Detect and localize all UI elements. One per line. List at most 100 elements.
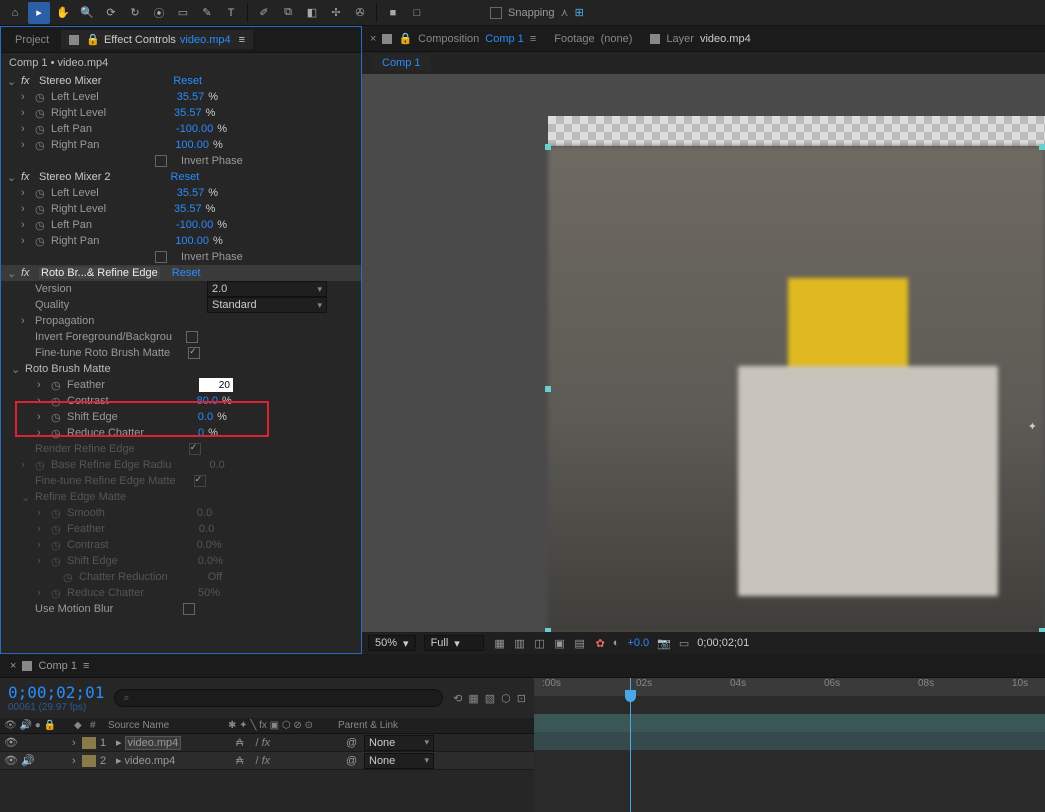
val-right-pan[interactable]: 100.00 — [175, 235, 209, 247]
zoom-select[interactable]: 50%▾ — [368, 635, 416, 651]
visibility-icon[interactable]: 👁 — [4, 754, 18, 767]
close-icon[interactable]: × — [10, 660, 16, 672]
lock-icon[interactable]: 🔒 — [86, 33, 100, 46]
expand-icon[interactable]: › — [37, 411, 47, 423]
guides-icon[interactable]: ▥ — [512, 635, 528, 651]
collapse-icon[interactable]: ⌄ — [7, 171, 17, 184]
tab-footage[interactable]: Footage (none) — [554, 33, 632, 45]
resolution-select[interactable]: Full▾ — [424, 635, 484, 651]
fx-icon[interactable]: fx — [21, 171, 35, 183]
fx-icon[interactable]: fx — [21, 267, 35, 279]
type-tool-icon[interactable]: T — [220, 2, 242, 24]
pickwhip-icon[interactable]: @ — [342, 755, 360, 767]
val-left-pan[interactable]: -100.00 — [176, 219, 213, 231]
parent-select[interactable]: None▾ — [364, 753, 434, 769]
val-right-pan[interactable]: 100.00 — [175, 139, 209, 151]
brush-tool-icon[interactable]: ✐ — [253, 2, 275, 24]
expand-icon[interactable]: › — [72, 755, 76, 767]
lock-icon[interactable]: 🔒 — [398, 32, 412, 45]
input-feather[interactable] — [199, 378, 233, 392]
grid-icon[interactable]: ▦ — [492, 635, 508, 651]
orbit-tool-icon[interactable]: ⟳ — [100, 2, 122, 24]
snap-grid-icon[interactable]: ⊞ — [575, 6, 584, 19]
tab-project[interactable]: Project — [7, 31, 57, 49]
tab-layer[interactable]: Layer video.mp4 — [650, 33, 750, 45]
checkbox-fine-tune-rbm[interactable] — [188, 347, 200, 359]
expand-icon[interactable]: › — [21, 139, 31, 151]
panel-menu-icon[interactable]: ≡ — [239, 34, 245, 46]
graph-icon[interactable]: ⬡ — [501, 692, 511, 705]
stroke-swatch-icon[interactable]: □ — [406, 2, 428, 24]
expand-icon[interactable]: › — [21, 219, 31, 231]
parent-select[interactable]: None▾ — [364, 735, 434, 751]
stopwatch-icon[interactable]: ◷ — [35, 139, 47, 152]
fx-icon[interactable]: fx — [21, 75, 35, 87]
val-left-level[interactable]: 35.57 — [177, 187, 205, 199]
reset-link[interactable]: Reset — [172, 267, 201, 279]
audio-icon[interactable]: 🔊 — [21, 754, 35, 767]
timeline-right[interactable]: :00s02s04s06s08s10s — [534, 678, 1045, 812]
playhead[interactable] — [630, 678, 631, 812]
expand-icon[interactable]: › — [21, 203, 31, 215]
layer-track[interactable] — [534, 732, 1045, 750]
stopwatch-icon[interactable]: ◷ — [35, 187, 47, 200]
stopwatch-icon[interactable]: ◷ — [51, 379, 63, 392]
stopwatch-icon[interactable]: ◷ — [51, 427, 63, 440]
checkbox-invert-fg[interactable] — [186, 331, 198, 343]
collapse-icon[interactable]: ⌄ — [11, 363, 21, 376]
expand-icon[interactable]: › — [21, 315, 31, 327]
time-ruler[interactable]: :00s02s04s06s08s10s — [534, 678, 1045, 696]
reset-link[interactable]: Reset — [173, 75, 202, 87]
selection-tool-icon[interactable]: ▸ — [28, 2, 50, 24]
select-quality[interactable]: Standard▾ — [207, 297, 327, 313]
transparency-icon[interactable]: ▤ — [572, 635, 588, 651]
stopwatch-icon[interactable]: ◷ — [35, 203, 47, 216]
mask-icon[interactable]: ◫ — [532, 635, 548, 651]
val-contrast[interactable]: 80.0 — [197, 395, 218, 407]
collapse-icon[interactable]: ⌄ — [7, 267, 17, 280]
rect-tool-icon[interactable]: ▭ — [172, 2, 194, 24]
timeline-timecode[interactable]: 0;00;02;01 — [8, 683, 104, 702]
selection-handle[interactable] — [545, 144, 551, 150]
subtab-comp1[interactable]: Comp 1 — [372, 55, 431, 71]
camera-tool-icon[interactable]: ⦿ — [148, 2, 170, 24]
val-left-level[interactable]: 35.57 — [177, 91, 205, 103]
checkbox-invert-phase[interactable] — [155, 251, 167, 263]
layer-track[interactable] — [534, 714, 1045, 732]
zoom-tool-icon[interactable]: 🔍 — [76, 2, 98, 24]
rotate-tool-icon[interactable]: ↻ — [124, 2, 146, 24]
stopwatch-icon[interactable]: ◷ — [51, 411, 63, 424]
expand-icon[interactable]: › — [21, 123, 31, 135]
checkbox-invert-phase[interactable] — [155, 155, 167, 167]
effect-name[interactable]: Roto Br...& Refine Edge — [39, 267, 160, 279]
expand-icon[interactable]: › — [21, 107, 31, 119]
panel-menu-icon[interactable]: ≡ — [83, 660, 89, 672]
panel-menu-icon[interactable]: ≡ — [530, 33, 536, 45]
stopwatch-icon[interactable]: ◷ — [35, 91, 47, 104]
checkbox-icon[interactable] — [490, 7, 502, 19]
fill-swatch-icon[interactable]: ■ — [382, 2, 404, 24]
playhead-handle[interactable] — [625, 690, 636, 702]
tab-comp1[interactable]: Comp 1 — [38, 660, 77, 672]
val-left-pan[interactable]: -100.00 — [176, 123, 213, 135]
hand-tool-icon[interactable]: ✋ — [52, 2, 74, 24]
select-version[interactable]: 2.0▾ — [207, 281, 327, 297]
expand-icon[interactable]: › — [21, 187, 31, 199]
motion-blur-icon[interactable]: ▧ — [485, 692, 495, 705]
val-reduce-chatter[interactable]: 0 — [198, 427, 204, 439]
eraser-tool-icon[interactable]: ◧ — [301, 2, 323, 24]
snapping-options-icon[interactable]: ⋏ — [561, 6, 569, 19]
composition-viewer[interactable]: ✦ — [362, 74, 1045, 632]
timeline-search[interactable]: ⌕ — [114, 689, 443, 707]
snapping-toggle[interactable]: Snapping ⋏ ⊞ — [490, 6, 584, 19]
composition-name[interactable]: Comp 1 — [485, 33, 524, 45]
expand-icon[interactable]: › — [37, 379, 47, 391]
expand-icon[interactable]: › — [37, 395, 47, 407]
puppet-tool-icon[interactable]: ✇ — [349, 2, 371, 24]
stopwatch-icon[interactable]: ◷ — [51, 395, 63, 408]
checkbox-motion-blur[interactable] — [183, 603, 195, 615]
roto-tool-icon[interactable]: ✢ — [325, 2, 347, 24]
stopwatch-icon[interactable]: ◷ — [35, 235, 47, 248]
render-icon[interactable]: ▦ — [468, 692, 478, 705]
effect-controls-file[interactable]: video.mp4 — [180, 34, 231, 46]
